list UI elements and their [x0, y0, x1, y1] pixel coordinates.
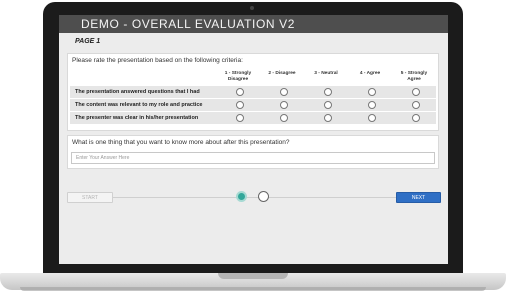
progress-step-current[interactable]	[236, 191, 247, 202]
rating-row: The content was relevant to my role and …	[70, 99, 436, 111]
start-button[interactable]: START	[67, 192, 113, 203]
radio-option-3[interactable]	[324, 101, 332, 109]
scale-header-1: 1 - Strongly Disagree	[224, 71, 252, 82]
progress-track	[113, 197, 396, 198]
radio-option-4[interactable]	[368, 88, 376, 96]
laptop-notch	[218, 273, 288, 279]
laptop-shadow	[20, 287, 486, 291]
rating-row-label: The content was relevant to my role and …	[75, 102, 203, 108]
scale-header-2: 2 - Disagree	[268, 71, 296, 76]
rating-row-label: The presentation answered questions that…	[75, 89, 200, 95]
scale-header-3: 3 - Neutral	[314, 71, 338, 76]
survey-screen: DEMO - OVERALL EVALUATION V2 PAGE 1 Plea…	[59, 15, 448, 264]
scale-header-4: 4 - Agree	[359, 71, 381, 76]
radio-option-1[interactable]	[236, 114, 244, 122]
rating-row-label: The presenter was clear in his/her prese…	[75, 115, 199, 121]
progress-step-next[interactable]	[258, 191, 269, 202]
radio-option-4[interactable]	[368, 114, 376, 122]
survey-title: DEMO - OVERALL EVALUATION V2	[81, 17, 295, 31]
radio-option-1[interactable]	[236, 88, 244, 96]
radio-option-2[interactable]	[280, 114, 288, 122]
radio-option-2[interactable]	[280, 101, 288, 109]
rating-prompt: Please rate the presentation based on th…	[72, 57, 243, 64]
open-question-prompt: What is one thing that you want to know …	[72, 139, 290, 146]
title-bar: DEMO - OVERALL EVALUATION V2	[59, 15, 448, 33]
answer-input[interactable]	[71, 152, 435, 164]
radio-option-4[interactable]	[368, 101, 376, 109]
radio-option-5[interactable]	[412, 101, 420, 109]
radio-option-2[interactable]	[280, 88, 288, 96]
rating-row: The presentation answered questions that…	[70, 86, 436, 98]
scale-header-5: 5 - Strongly Agree	[400, 71, 428, 82]
rating-question-panel: Please rate the presentation based on th…	[67, 53, 439, 131]
camera-icon	[250, 6, 254, 10]
open-question-panel: What is one thing that you want to know …	[67, 135, 439, 169]
radio-option-3[interactable]	[324, 88, 332, 96]
rating-row: The presenter was clear in his/her prese…	[70, 112, 436, 124]
radio-option-3[interactable]	[324, 114, 332, 122]
radio-option-1[interactable]	[236, 101, 244, 109]
radio-option-5[interactable]	[412, 114, 420, 122]
page-label: PAGE 1	[75, 38, 101, 45]
next-button[interactable]: NEXT	[396, 192, 441, 203]
radio-option-5[interactable]	[412, 88, 420, 96]
